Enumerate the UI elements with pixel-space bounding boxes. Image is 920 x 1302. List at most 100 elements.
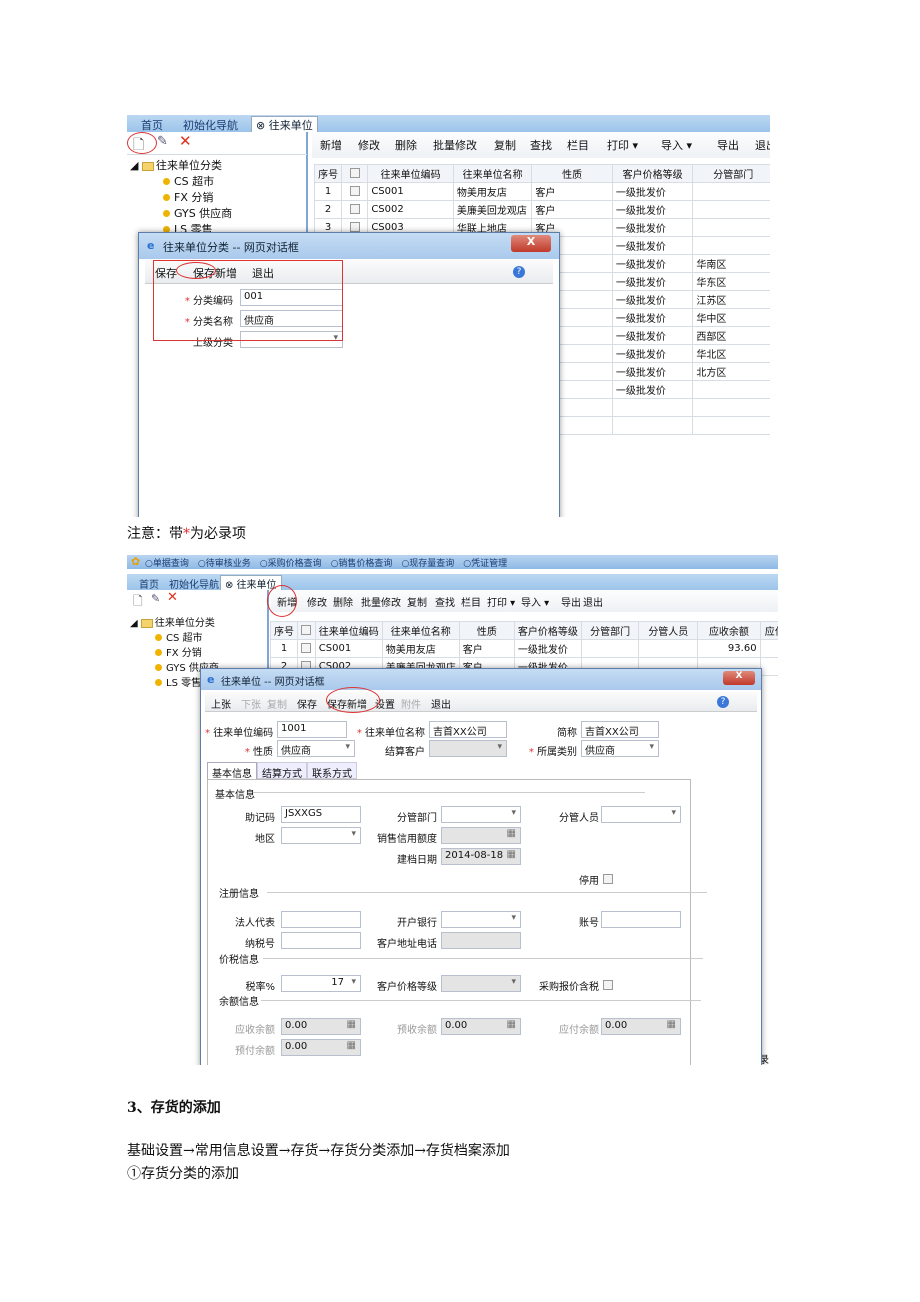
- row-checkbox[interactable]: [349, 222, 360, 232]
- region-select[interactable]: [281, 827, 361, 844]
- mnemonic-input[interactable]: JSXXGS: [281, 806, 361, 823]
- quick-menu-item[interactable]: ○采购价格查询: [260, 559, 322, 569]
- column-header[interactable]: 往来单位编码: [367, 164, 454, 183]
- tree-item[interactable]: GYS 供应商: [163, 205, 232, 221]
- toolbar-button[interactable]: 复制: [407, 594, 427, 609]
- customer-code-input[interactable]: 1001: [277, 721, 347, 738]
- tab-home[interactable]: 首页: [141, 117, 163, 133]
- edit-icon[interactable]: ✎: [157, 134, 168, 149]
- tree-item[interactable]: FX 分销: [155, 644, 202, 659]
- tree-root[interactable]: ◢ 往来单位分类: [130, 614, 215, 629]
- row-checkbox[interactable]: [301, 643, 312, 653]
- table-row[interactable]: 1 CS001 物美用友店 客户 一级批发价: [313, 182, 770, 201]
- advance-received-input[interactable]: 0.00: [441, 1018, 521, 1035]
- dialog-toolbar-button[interactable]: 附件: [401, 696, 421, 711]
- quick-menu-item[interactable]: ○凭证管理: [463, 559, 507, 569]
- tree-item[interactable]: LS 零售: [155, 674, 201, 689]
- purchase-tax-checkbox[interactable]: [603, 980, 613, 990]
- row-checkbox[interactable]: [349, 186, 360, 196]
- quick-menu-item[interactable]: ○单据查询: [145, 559, 189, 569]
- toolbar-button[interactable]: 退出: [755, 137, 770, 153]
- column-header[interactable]: 客户价格等级: [611, 164, 694, 183]
- toolbar-button[interactable]: 复制: [494, 137, 516, 153]
- bank-select[interactable]: [441, 911, 521, 928]
- quick-menu-item[interactable]: ○待审核业务: [198, 559, 251, 569]
- dialog-toolbar-button[interactable]: 复制: [267, 696, 287, 711]
- quick-menu-item[interactable]: ○销售价格查询: [331, 559, 393, 569]
- toolbar-button[interactable]: 打印 ▾: [487, 594, 515, 609]
- staff-select[interactable]: [601, 806, 681, 823]
- nature-select[interactable]: 供应商: [277, 740, 355, 757]
- toolbar-button[interactable]: 查找: [435, 594, 455, 609]
- toolbar-button[interactable]: 修改: [307, 594, 327, 609]
- select-all-checkbox[interactable]: [349, 168, 360, 178]
- legal-rep-input[interactable]: [281, 911, 361, 928]
- price-grade-select[interactable]: [441, 975, 521, 992]
- toolbar-button[interactable]: 打印 ▾: [607, 137, 638, 153]
- tab-init-nav[interactable]: 初始化导航: [169, 576, 219, 591]
- column-header[interactable]: 序号: [313, 164, 343, 183]
- select-all-checkbox[interactable]: [301, 625, 312, 635]
- customer-name-input[interactable]: 吉首XX公司: [429, 721, 507, 738]
- tree-item[interactable]: CS 超市: [155, 629, 203, 644]
- column-header[interactable]: 分管部门: [692, 164, 770, 183]
- advance-paid-input[interactable]: 0.00: [281, 1039, 361, 1056]
- edit-icon[interactable]: ✎: [151, 592, 160, 605]
- tree-item[interactable]: CS 超市: [163, 173, 214, 189]
- toolbar-button[interactable]: 导出: [717, 137, 739, 153]
- tree-root[interactable]: ◢ 往来单位分类: [130, 157, 222, 173]
- tab-basic-info[interactable]: 基本信息: [207, 762, 257, 780]
- column-header[interactable]: 应付: [759, 621, 778, 640]
- delete-x-icon[interactable]: ✕: [167, 590, 178, 605]
- quick-menu-item[interactable]: ○现存量查询: [401, 559, 454, 569]
- toolbar-button[interactable]: 栏目: [567, 137, 589, 153]
- payable-balance-input[interactable]: 0.00: [601, 1018, 681, 1035]
- toolbar-button[interactable]: 批量修改: [433, 137, 477, 153]
- column-header[interactable]: 分管人员: [638, 621, 699, 640]
- column-header[interactable]: 性质: [458, 621, 515, 640]
- table-row[interactable]: 1 CS001 物美用友店 客户 一级批发价 93.60: [270, 639, 778, 658]
- column-header[interactable]: 性质: [531, 164, 613, 183]
- toolbar-button[interactable]: 查找: [530, 137, 552, 153]
- toolbar-button[interactable]: 导出: [561, 594, 581, 609]
- created-date-input[interactable]: 2014-08-18: [441, 848, 521, 865]
- toolbar-button[interactable]: 导入 ▾: [521, 594, 549, 609]
- column-header[interactable]: [297, 621, 316, 640]
- column-header[interactable]: 客户价格等级: [513, 621, 582, 640]
- column-header[interactable]: 应收余额: [697, 621, 761, 640]
- short-name-input[interactable]: 吉首XX公司: [581, 721, 659, 738]
- toolbar-button[interactable]: 新增: [320, 137, 342, 153]
- toolbar-button[interactable]: 导入 ▾: [661, 137, 692, 153]
- toolbar-button[interactable]: 修改: [358, 137, 380, 153]
- tree-item[interactable]: FX 分销: [163, 189, 213, 205]
- toolbar-button[interactable]: 退出: [583, 594, 603, 609]
- dialog-toolbar-button[interactable]: 下张: [241, 696, 261, 711]
- receivable-balance-input[interactable]: 0.00: [281, 1018, 361, 1035]
- account-input[interactable]: [601, 911, 681, 928]
- dialog-toolbar-button[interactable]: 保存: [297, 696, 317, 711]
- help-icon[interactable]: ?: [717, 696, 729, 708]
- toolbar-button[interactable]: 栏目: [461, 594, 481, 609]
- tab-contact[interactable]: 联系方式: [307, 762, 357, 780]
- dept-select[interactable]: [441, 806, 521, 823]
- tab-customers[interactable]: ⊗ 往来单位: [251, 116, 318, 132]
- toolbar-button[interactable]: 批量修改: [361, 594, 401, 609]
- settle-customer-select[interactable]: [429, 740, 507, 757]
- tab-home[interactable]: 首页: [139, 576, 159, 591]
- address-phone-input[interactable]: [441, 932, 521, 949]
- column-header[interactable]: 往来单位编码: [314, 621, 383, 640]
- row-checkbox[interactable]: [349, 204, 360, 214]
- delete-x-icon[interactable]: ✕: [179, 132, 192, 150]
- new-document-icon[interactable]: 🗋: [133, 592, 143, 613]
- column-header[interactable]: 往来单位名称: [452, 164, 533, 183]
- column-header[interactable]: [341, 164, 369, 183]
- tab-settlement[interactable]: 结算方式: [257, 762, 307, 780]
- toolbar-button[interactable]: 删除: [395, 137, 417, 153]
- close-button[interactable]: X: [723, 671, 755, 685]
- tax-rate-select[interactable]: 17: [281, 975, 361, 992]
- column-header[interactable]: 往来单位名称: [381, 621, 460, 640]
- category-select[interactable]: 供应商: [581, 740, 659, 757]
- column-header[interactable]: 分管部门: [580, 621, 640, 640]
- disabled-checkbox[interactable]: [603, 874, 613, 884]
- close-button[interactable]: X: [511, 235, 551, 252]
